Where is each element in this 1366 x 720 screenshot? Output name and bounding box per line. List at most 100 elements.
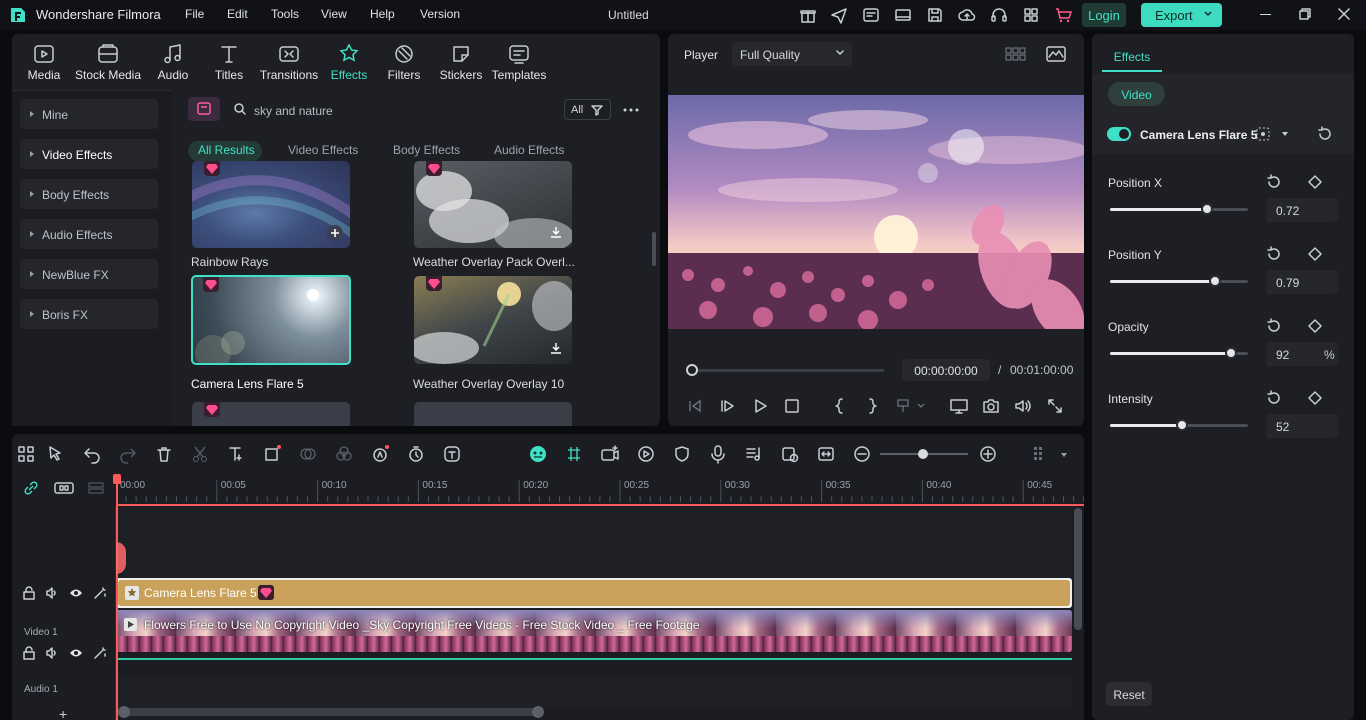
media-replace-icon[interactable] (780, 444, 800, 464)
category-newblue-fx[interactable]: NewBlue FX (20, 259, 158, 289)
link-icon[interactable] (22, 480, 40, 496)
zoom-slider[interactable] (880, 449, 968, 459)
tab-audio-effects[interactable]: Audio Effects (494, 143, 565, 157)
reset-property-icon[interactable] (1266, 390, 1282, 406)
microphone-icon[interactable] (708, 444, 728, 464)
send-icon[interactable] (830, 6, 848, 24)
category-body-effects[interactable]: Body Effects (20, 179, 158, 209)
tab-body-effects[interactable]: Body Effects (393, 143, 460, 157)
horizontal-scrollbar[interactable] (118, 706, 544, 718)
close-button[interactable] (1338, 8, 1350, 20)
blend-icon[interactable] (334, 444, 354, 464)
caret-down-icon[interactable] (1060, 452, 1068, 458)
keyframe-icon[interactable] (1308, 391, 1322, 405)
cut-icon[interactable] (190, 444, 210, 464)
menu-edit[interactable]: Edit (227, 7, 248, 21)
category-mine[interactable]: Mine (20, 99, 158, 129)
login-button[interactable]: Login (1082, 3, 1126, 27)
speed-icon[interactable] (406, 444, 426, 464)
slider-knob[interactable] (1176, 419, 1188, 431)
speaker-icon[interactable] (45, 586, 59, 600)
grid-scrollbar[interactable] (652, 232, 656, 266)
tab-stock-media[interactable]: Stock Media (75, 42, 141, 84)
property-slider[interactable] (1110, 203, 1248, 215)
video-preview[interactable] (668, 95, 1084, 329)
category-boris-fx[interactable]: Boris FX (20, 299, 158, 329)
play-next-icon[interactable] (720, 398, 736, 414)
snapshot-icon[interactable] (982, 398, 1000, 414)
menu-version[interactable]: Version (420, 7, 460, 21)
insert-icon[interactable] (896, 398, 926, 414)
cloud-upload-icon[interactable] (958, 6, 976, 24)
vertical-scrollbar[interactable] (1074, 508, 1082, 630)
menu-tools[interactable]: Tools (271, 7, 299, 21)
subtab-video[interactable]: Video (1108, 82, 1165, 106)
feedback-icon[interactable] (862, 6, 880, 24)
property-slider[interactable] (1110, 275, 1248, 287)
scrubber-handle[interactable] (686, 364, 698, 376)
effect-toggle[interactable] (1107, 127, 1131, 141)
waveform-icon[interactable] (1046, 46, 1066, 62)
caret-down-icon[interactable] (1281, 131, 1289, 137)
color-match-icon[interactable] (298, 444, 318, 464)
audio-settings-icon[interactable] (744, 444, 764, 464)
menu-file[interactable]: File (185, 7, 204, 21)
fit-timeline-icon[interactable] (816, 444, 836, 464)
zoom-out-icon[interactable] (852, 444, 872, 464)
quality-dropdown[interactable]: Full Quality (732, 42, 852, 66)
tab-transitions[interactable]: Transitions (260, 42, 318, 84)
grid-apps-icon[interactable] (1022, 6, 1040, 24)
previous-frame-icon[interactable] (687, 398, 703, 414)
gift-icon[interactable] (799, 6, 817, 24)
keyframe-icon[interactable] (1308, 247, 1322, 261)
keyframe-icon[interactable] (1308, 175, 1322, 189)
property-slider[interactable] (1110, 419, 1248, 431)
lock-icon[interactable] (22, 586, 36, 600)
stop-icon[interactable] (784, 398, 800, 414)
reset-property-icon[interactable] (1266, 318, 1282, 334)
slider-knob[interactable] (1225, 347, 1237, 359)
menu-help[interactable]: Help (370, 7, 395, 21)
export-button[interactable]: Export (1141, 3, 1222, 27)
add-icon[interactable] (327, 225, 343, 241)
play-circle-icon[interactable] (636, 444, 656, 464)
current-time[interactable]: 00:00:00:00 (902, 359, 990, 381)
property-value-input[interactable]: 0.72 (1266, 198, 1338, 222)
property-value-input[interactable]: 52 (1266, 414, 1338, 438)
playhead-tab[interactable] (116, 542, 126, 574)
property-value-input[interactable]: 0.79 (1266, 270, 1338, 294)
category-video-effects[interactable]: Video Effects (20, 139, 158, 169)
download-icon[interactable] (548, 340, 564, 356)
select-tool-icon[interactable] (46, 444, 66, 464)
premium-filter-button[interactable] (188, 97, 220, 121)
reset-property-icon[interactable] (1266, 174, 1282, 190)
display-icon[interactable] (950, 398, 968, 414)
tab-all-results[interactable]: All Results (198, 143, 255, 157)
speaker-icon[interactable] (45, 646, 59, 660)
add-track-icon[interactable]: + (59, 706, 67, 720)
group-icon[interactable] (54, 481, 74, 495)
playback-scrubber[interactable] (690, 369, 884, 372)
reset-button[interactable]: Reset (1106, 682, 1152, 706)
tab-media[interactable]: Media (16, 42, 72, 84)
magic-wand-icon[interactable] (93, 586, 107, 600)
text-icon[interactable] (226, 444, 246, 464)
download-icon[interactable] (548, 224, 564, 240)
minimize-button[interactable] (1260, 14, 1271, 15)
undo-icon[interactable] (82, 444, 102, 464)
tab-video-effects[interactable]: Video Effects (288, 143, 358, 157)
keyframe-icon[interactable] (1308, 319, 1322, 333)
eye-icon[interactable] (69, 646, 83, 660)
crop-icon[interactable] (262, 444, 282, 464)
effect-card-partial[interactable] (414, 402, 572, 426)
monitor-icon[interactable] (894, 6, 912, 24)
filter-dropdown[interactable]: All (564, 99, 611, 120)
save-icon[interactable] (926, 6, 944, 24)
more-options-icon[interactable] (623, 108, 639, 112)
redo-icon[interactable] (118, 444, 138, 464)
effect-card-rainbow-rays[interactable] (192, 161, 350, 248)
mark-out-icon[interactable] (864, 398, 880, 414)
playhead[interactable] (116, 476, 118, 720)
effect-card-camera-lens-flare-5[interactable] (191, 275, 351, 365)
volume-icon[interactable] (1014, 398, 1032, 414)
